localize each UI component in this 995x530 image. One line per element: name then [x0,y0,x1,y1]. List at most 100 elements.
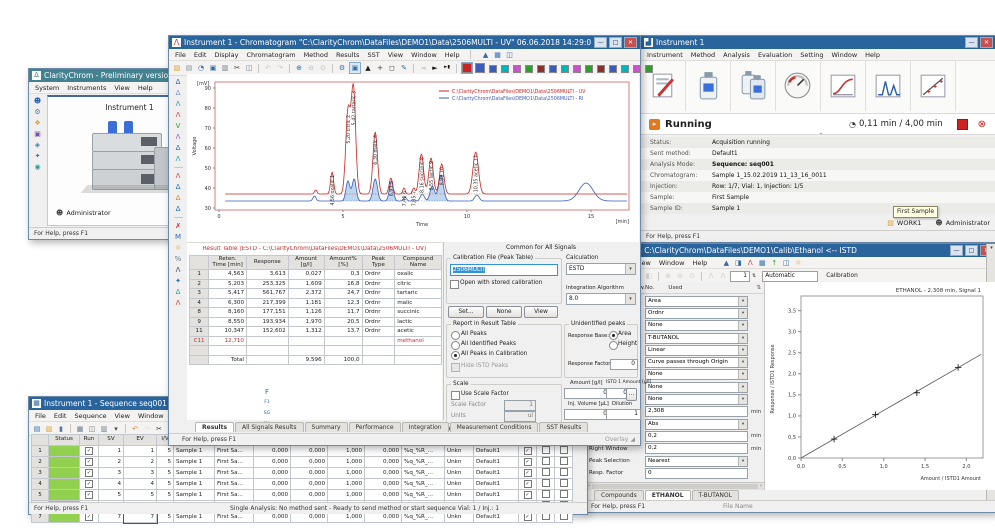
menu-results[interactable]: Results [336,51,359,59]
result-cell[interactable]: 12,3 [324,298,362,308]
percent-icon[interactable]: % [173,254,184,264]
area-radio[interactable] [609,331,618,340]
help-icon[interactable]: ◉ [32,162,43,172]
select-tool-icon[interactable]: ▣ [349,62,361,74]
result-cell[interactable]: 1,609 [288,279,324,289]
result-cell[interactable] [190,346,209,356]
dilution-field[interactable]: 1 [606,409,641,420]
result-cell[interactable]: 253,325 [247,279,289,289]
star-icon[interactable]: ☼ [173,243,184,253]
sequence-cell[interactable]: 0,000 [365,479,402,490]
sequence-cell[interactable]: 3 [32,468,49,479]
palette-color-2[interactable] [499,63,509,73]
overlay-pane[interactable]: Overlay [605,434,628,445]
result-cell[interactable]: 0,3 [324,270,362,280]
sequence-cell[interactable]: ✓ [80,479,99,490]
sequence-cell[interactable] [555,468,573,479]
result-cell[interactable]: 8 [190,308,209,318]
sequence-cell[interactable]: ✓ [519,457,537,468]
annotate-icon[interactable]: ✎ [399,63,409,73]
result-cell[interactable]: 9,596 [288,355,324,365]
sequence-cell[interactable]: 0,000 [254,490,291,501]
chromatogram-titlebar[interactable]: ⋀ Instrument 1 - Chromatogram "C:\Clarit… [169,36,640,49]
menu-view[interactable]: View [388,51,403,59]
sequence-cell[interactable]: 5 [157,457,174,468]
mini-f1-icon[interactable]: F1 [262,398,273,408]
copy-icon[interactable]: ◫ [244,63,254,73]
result-cell[interactable]: Ordnr [362,279,395,289]
sequence-cell[interactable]: 1,000 [328,468,365,479]
zoom-out-icon[interactable]: ⊖ [306,63,316,73]
calibration-mode-combo[interactable]: Automatic▾ [762,271,818,282]
sequence-cell[interactable]: Unkn [445,446,474,457]
sequence-cell[interactable] [555,457,573,468]
sequence-cell[interactable] [537,490,555,501]
tab-t-butanol[interactable]: T-BUTANOL [692,490,739,500]
manual-icon[interactable]: M [173,232,184,242]
menu-view[interactable]: View [115,412,130,420]
sequence-cell[interactable]: Unkn [445,468,474,479]
zoom-reset-icon[interactable]: ⊙ [687,271,697,281]
sequence-cell[interactable]: 1,000 [328,457,365,468]
cut-icon[interactable]: ✂ [232,63,242,73]
run-checkbox[interactable]: ✓ [85,458,93,466]
result-cell[interactable]: 13,7 [324,327,362,337]
sequence-cell[interactable]: ✓ [80,468,99,479]
copy-icon[interactable]: ◫ [87,424,97,434]
menu-sst[interactable]: SST [367,51,379,59]
menu-help[interactable]: Help [138,84,153,92]
sequence-cell[interactable]: 0,000 [291,468,328,479]
calib-chart-icon[interactable]: ▲ [721,258,731,268]
tab-integration[interactable]: Integration [402,422,449,432]
result-cell[interactable]: 1,312 [288,327,324,337]
single-analysis-icon[interactable] [686,61,731,111]
compound-index-spinner[interactable]: 1 [730,271,750,282]
peak-a-icon[interactable]: Λ [706,271,716,281]
sequence-cell[interactable]: 0,000 [254,446,291,457]
undo-icon[interactable]: ↶ [130,424,140,434]
menu-help[interactable]: Help [445,51,460,59]
open-stored-checkbox[interactable] [450,280,459,289]
sequence-cell[interactable]: First Sa... [215,457,254,468]
sequence-cell[interactable]: Unkn [445,479,474,490]
close-button[interactable]: ✕ [980,37,993,48]
menu-setting[interactable]: Setting [800,51,823,59]
peak-icon[interactable]: Λ [745,258,755,268]
instrument-user[interactable]: Administrator [946,219,990,227]
tile-icon[interactable]: ◫ [505,50,515,60]
baseline-icon-2[interactable]: Δ [173,182,184,192]
result-cell[interactable]: 3 [190,289,209,299]
menu-window[interactable]: Window [659,259,685,267]
sequence-cell[interactable]: 0,000 [254,457,291,468]
result-cell[interactable]: 561,767 [247,289,289,299]
result-cell[interactable]: tartaric [395,289,442,299]
param-dropdown[interactable]: None▾ [645,369,748,380]
palette-color-7[interactable] [559,63,569,73]
sequence-cell[interactable]: %q_%R_... [402,490,445,501]
result-cell[interactable]: C11 [190,336,209,346]
sequence-cell[interactable]: First Sa... [215,468,254,479]
sequence-cell[interactable]: 5 [157,446,174,457]
sequence-cell[interactable]: 0,000 [291,457,328,468]
none-button[interactable]: None [486,306,522,318]
sequence-cell[interactable]: 1 [124,446,157,457]
sequence-cell[interactable]: 5 [124,490,157,501]
result-column-header[interactable]: Response [247,256,289,270]
result-cell[interactable]: citric [395,279,442,289]
palette-color-14[interactable] [643,63,653,73]
sequence-checkbox[interactable] [560,479,568,487]
menu-view[interactable]: View [114,84,129,92]
sequence-cell[interactable]: 0,000 [365,446,402,457]
sequence-checkbox[interactable] [542,468,550,476]
result-cell[interactable]: malic [395,298,442,308]
minimize-button[interactable]: — [950,245,963,256]
play-end-icon[interactable]: ►▮ [442,63,452,73]
up-icon[interactable]: ↑ [769,258,779,268]
height-radio[interactable] [609,341,618,350]
param-dropdown[interactable]: T-BUTANOL▾ [645,333,748,344]
peak-icon-5[interactable]: Λ [173,298,184,308]
sequence-checkbox[interactable]: ✓ [524,447,532,455]
baseline-icon-1[interactable]: Λ [173,171,184,181]
palette-color-1[interactable] [487,63,497,73]
tab-measurement-conditions[interactable]: Measurement Conditions [450,422,539,432]
